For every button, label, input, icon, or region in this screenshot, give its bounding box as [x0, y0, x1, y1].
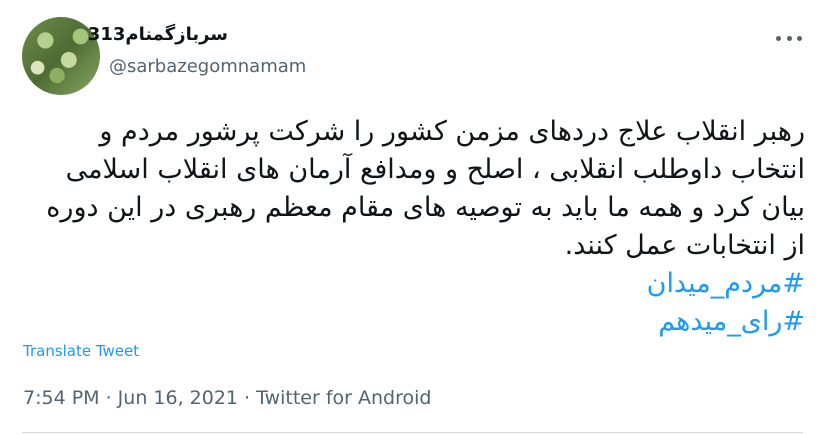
hashtag-link[interactable]: #رای_میدهم [658, 303, 805, 341]
hashtag-link[interactable]: #مردم_میدان [647, 265, 805, 303]
divider [22, 432, 803, 433]
dot [797, 35, 802, 41]
user-handle[interactable]: @sarbazegomnamam [109, 56, 306, 77]
more-options-icon[interactable] [776, 33, 802, 43]
tweet-text: رهبر انقلاب علاج دردهای مزمن کشور را شرک… [37, 116, 805, 261]
dot [786, 35, 792, 41]
tweet-metadata: 7:54 PM · Jun 16, 2021 · Twitter for And… [23, 387, 432, 409]
dot [776, 35, 781, 41]
display-name[interactable]: سربازگمنام313 [88, 24, 228, 45]
translate-tweet-link[interactable]: Translate Tweet [23, 342, 139, 360]
